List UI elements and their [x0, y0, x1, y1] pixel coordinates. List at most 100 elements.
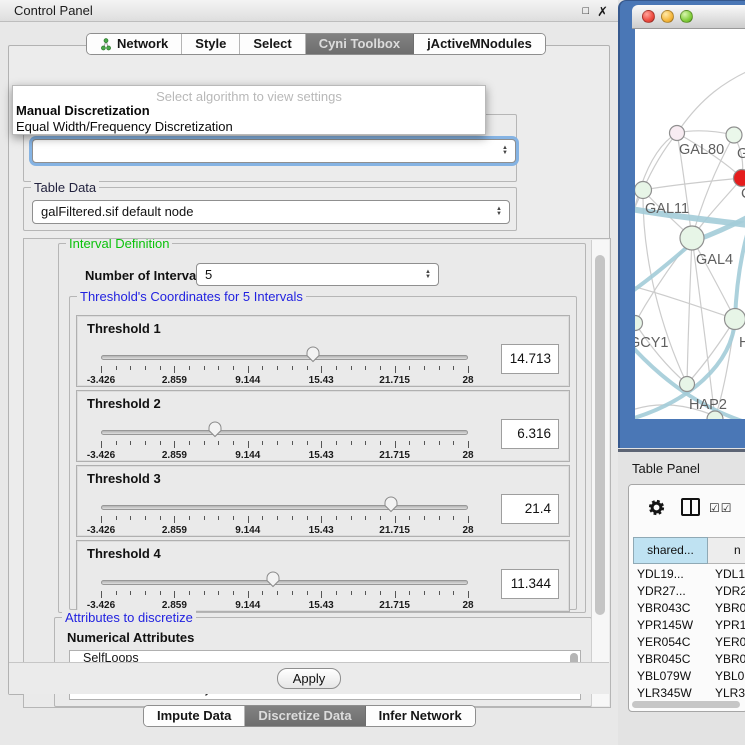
- tab-style[interactable]: Style: [182, 34, 240, 54]
- network-view-window[interactable]: GAL80GACGAL11GAL4GCY1HHAP2: [618, 0, 745, 448]
- slider-tick: [160, 441, 161, 445]
- table-header: shared... n: [629, 537, 745, 564]
- slider-tick-label: 15.43: [309, 525, 334, 536]
- network-window-titlebar[interactable]: [632, 5, 745, 29]
- cell-name: YLR3: [705, 685, 745, 702]
- slider-tick: [204, 441, 205, 445]
- network-edge: [677, 71, 745, 133]
- slider-tick: [365, 441, 366, 445]
- slider-tick: [395, 441, 396, 448]
- cell-shared-name: YPR145W: [629, 617, 705, 634]
- table-rows: YDL19...YDL1YDR27...YDR2YBR043CYBR0YPR14…: [629, 566, 745, 706]
- network-node-label: H: [739, 335, 745, 351]
- slider-tick-label: 2.859: [162, 375, 187, 386]
- tab-jactivemnodules[interactable]: jActiveMNodules: [414, 34, 545, 54]
- tab-infer-network[interactable]: Infer Network: [366, 706, 475, 726]
- algorithm-option-manual[interactable]: Manual Discretization: [16, 103, 150, 118]
- network-node[interactable]: [734, 170, 745, 187]
- threshold-value-field[interactable]: 6.316: [501, 419, 559, 449]
- tab-discretize-data[interactable]: Discretize Data: [245, 706, 365, 726]
- slider-thumb[interactable]: [305, 345, 320, 363]
- slider-tick: [233, 366, 234, 370]
- table-row[interactable]: YDL19...YDL1: [629, 566, 745, 583]
- slider-tick: [160, 366, 161, 370]
- threshold-slider[interactable]: -3.4262.8599.14415.4321.71528: [101, 417, 468, 461]
- slider-track[interactable]: [101, 430, 468, 435]
- apply-button[interactable]: Apply: [277, 668, 341, 689]
- threshold-panel: Threshold 1-3.4262.8599.14415.4321.71528…: [76, 315, 570, 387]
- cell-shared-name: YBL079W: [629, 668, 705, 685]
- network-node[interactable]: [670, 126, 685, 141]
- slider-tick: [145, 366, 146, 370]
- table-data-combo[interactable]: galFiltered.sif default node ▲▼: [32, 200, 510, 224]
- slider-tick: [116, 591, 117, 595]
- slider-tick: [321, 366, 322, 373]
- table-row[interactable]: YBL079WYBL0: [629, 668, 745, 685]
- slider-tick: [453, 516, 454, 520]
- cell-name: YBR0: [705, 600, 745, 617]
- network-node[interactable]: [635, 182, 652, 199]
- algorithm-combo[interactable]: ▲▼: [32, 139, 516, 163]
- slider-tick: [439, 516, 440, 520]
- slider-track[interactable]: [101, 355, 468, 360]
- threshold-label: Threshold 2: [87, 396, 161, 411]
- table-row[interactable]: YPR145WYPR1: [629, 617, 745, 634]
- threshold-value-field[interactable]: 14.713: [501, 344, 559, 374]
- slider-tick: [468, 516, 469, 523]
- slider-thumb[interactable]: [266, 570, 281, 588]
- threshold-slider[interactable]: -3.4262.8599.14415.4321.71528: [101, 567, 468, 611]
- slider-thumb[interactable]: [383, 495, 398, 513]
- checkboxes-icon[interactable]: ☑☑: [709, 501, 733, 515]
- threshold-slider[interactable]: -3.4262.8599.14415.4321.71528: [101, 342, 468, 386]
- network-node[interactable]: [635, 316, 643, 331]
- gear-icon[interactable]: [647, 498, 666, 517]
- network-node[interactable]: [726, 127, 742, 143]
- table-row[interactable]: YBR045CYBR0: [629, 651, 745, 668]
- column-header-shared-name[interactable]: shared...: [633, 537, 708, 564]
- cell-name: YER0: [705, 634, 745, 651]
- panel-splitter[interactable]: [618, 449, 745, 452]
- table-row[interactable]: YLR345WYLR3: [629, 685, 745, 702]
- slider-tick-label: 9.144: [235, 525, 260, 536]
- threshold-value-field[interactable]: 21.4: [501, 494, 559, 524]
- panel-scrollbar-thumb[interactable]: [595, 255, 605, 615]
- tab-impute-data[interactable]: Impute Data: [144, 706, 245, 726]
- slider-thumb[interactable]: [207, 420, 222, 438]
- algorithm-option-equal-width[interactable]: Equal Width/Frequency Discretization: [16, 119, 233, 134]
- slider-tick: [307, 591, 308, 595]
- zoom-traffic-light-icon[interactable]: [680, 10, 693, 23]
- slider-tick-label: 21.715: [379, 375, 410, 386]
- threshold-slider[interactable]: -3.4262.8599.14415.4321.71528: [101, 492, 468, 536]
- close-traffic-light-icon[interactable]: [642, 10, 655, 23]
- group-label: Attributes to discretize: [62, 610, 196, 625]
- slider-track[interactable]: [101, 505, 468, 510]
- slider-tick: [262, 366, 263, 370]
- tab-select[interactable]: Select: [240, 34, 305, 54]
- table-row[interactable]: YDR27...YDR2: [629, 583, 745, 600]
- table-hscrollbar-thumb[interactable]: [632, 701, 740, 708]
- network-node[interactable]: [680, 226, 704, 250]
- network-canvas[interactable]: GAL80GACGAL11GAL4GCY1HHAP2: [635, 29, 745, 419]
- slider-tick: [116, 366, 117, 370]
- slider-tick: [248, 441, 249, 448]
- network-node-label: HAP2: [689, 397, 727, 413]
- column-header-name[interactable]: n: [708, 537, 745, 564]
- minimize-traffic-light-icon[interactable]: [661, 10, 674, 23]
- network-node[interactable]: [680, 377, 695, 392]
- threshold-value-field[interactable]: 11.344: [501, 569, 559, 599]
- slider-tick: [233, 591, 234, 595]
- float-icon[interactable]: □: [582, 6, 589, 17]
- split-columns-icon[interactable]: [681, 498, 700, 516]
- panel-scrollbar[interactable]: [591, 240, 609, 706]
- slider-tick-label: 9.144: [235, 600, 260, 611]
- close-icon[interactable]: ✗: [597, 5, 608, 18]
- table-hscrollbar[interactable]: [632, 701, 744, 709]
- number-of-intervals-spinner[interactable]: 5 ▲▼: [196, 263, 439, 286]
- table-row[interactable]: YBR043CYBR0: [629, 600, 745, 617]
- network-node-label: GAL80: [679, 142, 724, 158]
- tab-network[interactable]: Network: [87, 34, 182, 54]
- network-node[interactable]: [725, 309, 745, 330]
- tab-cyni-toolbox[interactable]: Cyni Toolbox: [306, 34, 414, 54]
- slider-track[interactable]: [101, 580, 468, 585]
- table-row[interactable]: YER054CYER0: [629, 634, 745, 651]
